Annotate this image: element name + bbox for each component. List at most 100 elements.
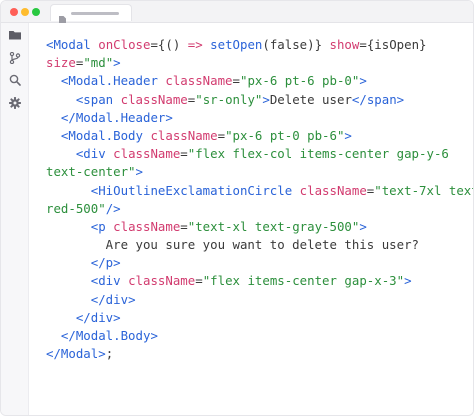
code-token: <div [75, 146, 106, 162]
code-token: </p> [90, 255, 121, 271]
code-token: </div> [90, 291, 136, 307]
code-line: <Modal.Header className="px-6 pt-6 pb-0"… [46, 72, 473, 90]
code-line: </Modal.Body> [46, 327, 473, 345]
code-token: size [46, 55, 76, 71]
code-token: </Modal.Body> [60, 328, 158, 343]
code-block: <Modal onClose={() => setOpen(false)} sh… [46, 36, 473, 363]
gear-icon[interactable] [9, 97, 21, 109]
code-token: Are you sure you want to delete this use… [46, 237, 419, 253]
code-line: </p> [46, 254, 473, 272]
code-token: <HiOutlineExclamationCircle [90, 182, 293, 198]
code-token: "sr-only" [195, 91, 263, 107]
tab-title-placeholder [71, 12, 119, 15]
code-token: /> [105, 200, 121, 216]
code-token: <p [90, 218, 106, 234]
code-line: size="md"> [46, 54, 473, 72]
folder-icon[interactable] [9, 29, 21, 41]
code-token: <Modal [46, 37, 91, 52]
code-token: "flex flex-col items-center gap-y-6 [187, 146, 449, 162]
code-token: = [217, 127, 226, 143]
code-line: <span className="sr-only">Delete user</s… [46, 91, 473, 109]
code-token: > [113, 55, 121, 71]
code-editor[interactable]: <Modal onClose={() => setOpen(false)} sh… [29, 23, 473, 415]
minimize-window-button[interactable] [21, 8, 29, 16]
code-token: "text-7xl text- [374, 182, 473, 198]
code-token: Delete user [269, 91, 352, 107]
code-token: className [165, 73, 233, 89]
code-token: </span> [351, 91, 405, 107]
code-line: <Modal onClose={() => setOpen(false)} sh… [46, 36, 473, 54]
code-token: className [128, 273, 196, 289]
code-token: <Modal.Header [60, 73, 158, 89]
code-token: "flex items-center gap-x-3" [202, 273, 405, 289]
code-token: setOpen [210, 37, 263, 52]
code-token: className [120, 91, 188, 107]
code-line: <div className="flex flex-col items-cent… [46, 145, 473, 163]
code-token: ={() [150, 37, 188, 52]
code-token: show [329, 37, 360, 52]
code-token: > [344, 127, 352, 143]
code-token: = [180, 218, 188, 234]
code-line: <Modal.Body className="px-6 pt-0 pb-6"> [46, 127, 473, 145]
code-token: "px-6 pt-6 pb-0" [239, 73, 360, 89]
code-token: = [195, 273, 203, 289]
code-token: > [359, 73, 367, 89]
code-line: </div> [46, 291, 473, 309]
code-window: <Modal onClose={() => setOpen(false)} sh… [0, 0, 474, 416]
code-token: </Modal.Header> [60, 109, 173, 125]
code-token: "text-xl text-gray-500" [187, 218, 360, 234]
editor-tab[interactable] [50, 4, 132, 24]
code-token: "px-6 pt-0 pb-6" [225, 127, 345, 143]
code-token: <span [75, 91, 114, 107]
code-token: <div [90, 273, 121, 289]
code-token: <Modal.Body [60, 127, 143, 143]
code-token: className [113, 146, 181, 162]
code-line: Are you sure you want to delete this use… [46, 236, 473, 254]
close-window-button[interactable] [10, 8, 18, 16]
activity-sidebar [1, 23, 29, 415]
code-token: > [135, 164, 143, 180]
code-token: ={isOpen} [359, 37, 427, 52]
code-token: = [232, 73, 240, 89]
code-token: </Modal> [46, 346, 106, 362]
code-line: </div> [46, 309, 473, 327]
code-line: </Modal>; [46, 345, 473, 363]
code-token: ; [105, 346, 114, 362]
code-token: (false)} [262, 37, 330, 52]
code-token: className [150, 127, 218, 143]
maximize-window-button[interactable] [32, 8, 40, 16]
code-token: "md" [83, 55, 114, 71]
code-token: red-500" [46, 200, 106, 216]
code-token: > [262, 91, 270, 107]
code-line: text-center"> [46, 163, 473, 181]
code-token: => [187, 37, 203, 52]
code-token: </div> [75, 309, 121, 325]
code-line: <p className="text-xl text-gray-500"> [46, 218, 473, 236]
file-icon [59, 9, 66, 24]
code-line: red-500"/> [46, 200, 473, 218]
code-token: className [299, 182, 367, 198]
code-line: <HiOutlineExclamationCircle className="t… [46, 182, 473, 200]
search-icon[interactable] [9, 74, 21, 86]
title-bar [1, 1, 473, 24]
code-token: > [359, 218, 367, 234]
code-token: = [180, 146, 188, 162]
code-token: className [113, 218, 181, 234]
code-token: text-center" [46, 164, 136, 180]
code-token: > [404, 273, 412, 289]
code-line: </Modal.Header> [46, 109, 473, 127]
git-branch-icon[interactable] [9, 52, 21, 64]
